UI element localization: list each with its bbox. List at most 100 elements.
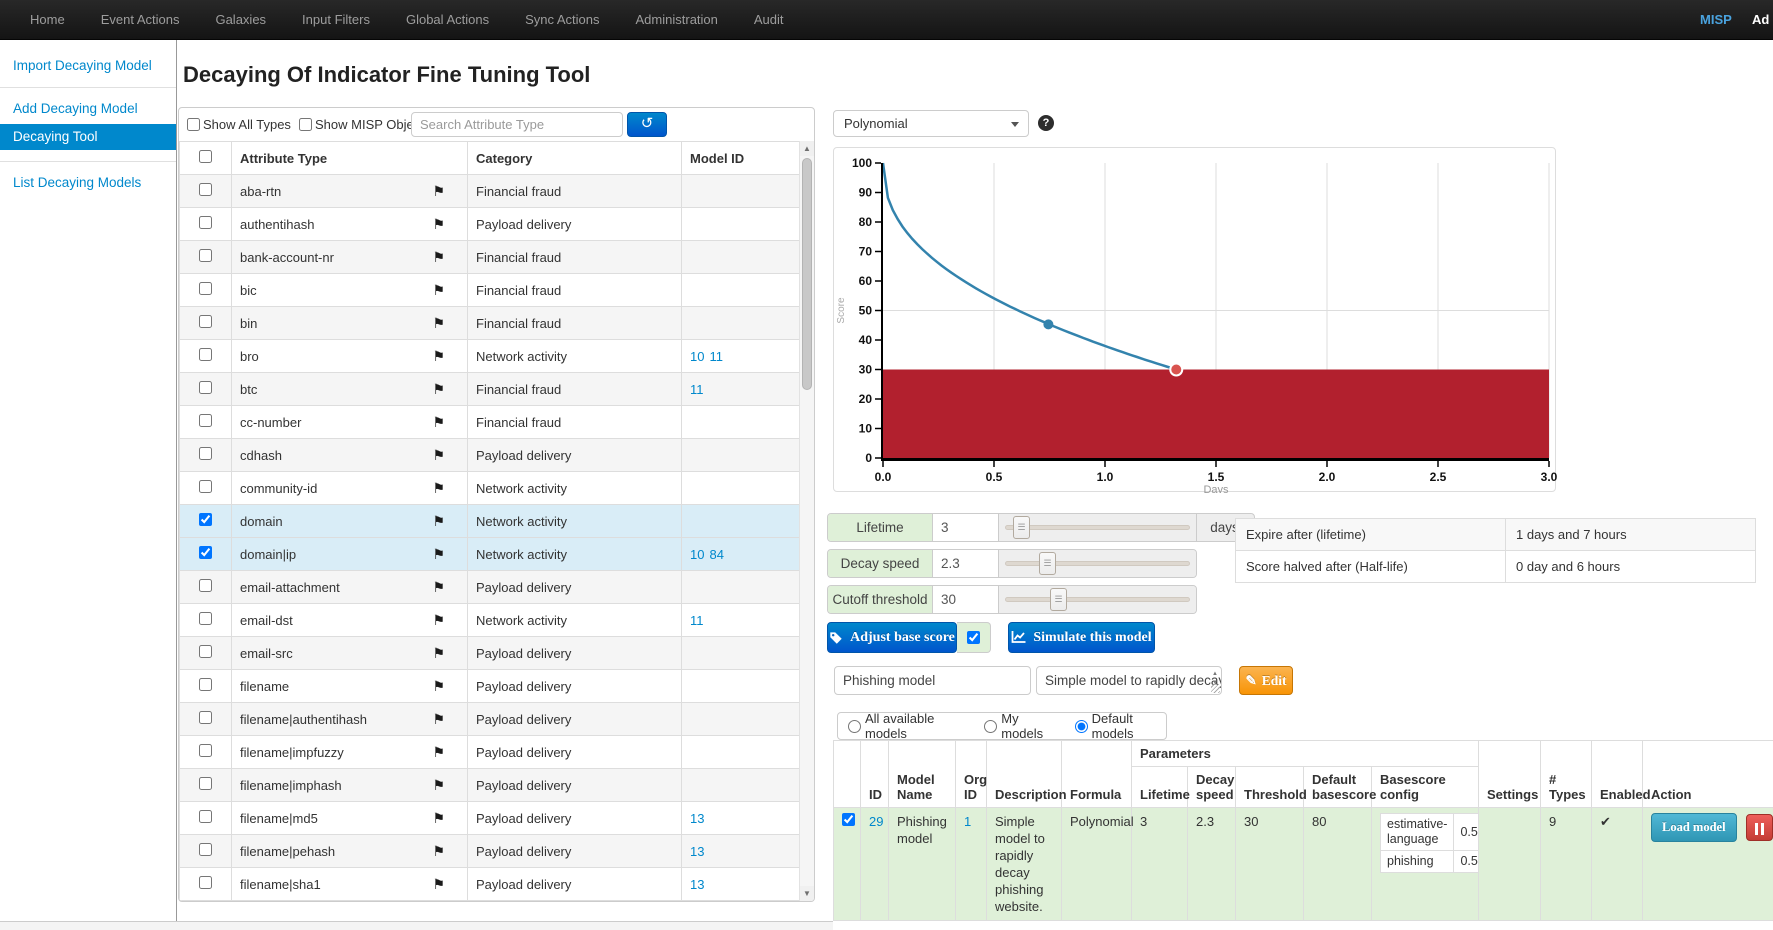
cutoff-threshold-slider-handle[interactable]: ☰ [1050, 588, 1067, 611]
attribute-row-checkbox[interactable] [199, 579, 212, 592]
lifetime-slider[interactable]: ☰ [999, 514, 1196, 541]
scrollbar-up-arrow[interactable]: ▲ [800, 141, 814, 156]
attribute-row-checkbox[interactable] [199, 843, 212, 856]
nav-item-input-filters[interactable]: Input Filters [302, 12, 370, 27]
cutoff-threshold-region [883, 370, 1549, 459]
attribute-category-cell: Payload delivery [468, 802, 682, 835]
page-title: Decaying Of Indicator Fine Tuning Tool [183, 62, 590, 88]
sidebar-item-add-decaying-model[interactable]: Add Decaying Model [0, 99, 176, 119]
nav-item-audit[interactable]: Audit [754, 12, 784, 27]
nav-item-global-actions[interactable]: Global Actions [406, 12, 489, 27]
attribute-row-checkbox[interactable] [199, 810, 212, 823]
cutoff-threshold-input[interactable] [933, 586, 999, 613]
formula-select[interactable]: Polynomial [833, 110, 1029, 137]
nav-item-administration[interactable]: Administration [636, 12, 718, 27]
model-filter-label[interactable]: My models [1001, 711, 1054, 741]
attribute-row-checkbox[interactable] [199, 216, 212, 229]
attribute-row-checkbox[interactable] [199, 645, 212, 658]
attribute-row-checkbox[interactable] [199, 249, 212, 262]
model-id-link[interactable]: 13 [690, 811, 704, 826]
model-id-link[interactable]: 29 [869, 814, 883, 829]
attribute-row-checkbox[interactable] [199, 183, 212, 196]
svg-text:0: 0 [865, 451, 872, 465]
model-id-link[interactable]: 11 [709, 349, 723, 364]
model-settings-cell [1479, 808, 1541, 921]
model-filter-label[interactable]: All available models [865, 711, 964, 741]
nav-item-event-actions[interactable]: Event Actions [101, 12, 180, 27]
search-attribute-input[interactable] [411, 112, 623, 137]
sidebar-item-list-decaying-models[interactable]: List Decaying Models [0, 173, 176, 193]
spinner-up-icon[interactable]: ▲ [1212, 671, 1218, 677]
select-all-checkbox[interactable] [199, 150, 212, 163]
nav-item-home[interactable]: Home [30, 12, 65, 27]
help-icon[interactable]: ? [1038, 115, 1054, 131]
model-filter-label[interactable]: Default models [1092, 711, 1166, 741]
cutoff-threshold-slider[interactable]: ☰ [999, 586, 1196, 613]
cutoff-threshold-control: Cutoff threshold ☰ [827, 585, 1197, 614]
decay-speed-input[interactable] [933, 550, 999, 577]
nav-item-sync-actions[interactable]: Sync Actions [525, 12, 599, 27]
model-filter-radio-my-models[interactable] [984, 720, 997, 733]
lifetime-slider-handle[interactable]: ☰ [1013, 516, 1030, 539]
model-row-checkbox[interactable] [842, 813, 855, 826]
navbar-brand[interactable]: MISP [1700, 0, 1732, 40]
info-value: 0 day and 6 hours [1506, 551, 1756, 583]
svg-text:1.0: 1.0 [1097, 470, 1114, 484]
sidebar-item-decaying-tool[interactable]: Decaying Tool [0, 124, 176, 150]
scrollbar-down-arrow[interactable]: ▼ [800, 886, 814, 901]
navbar-user-menu[interactable]: Ad [1752, 0, 1769, 40]
attribute-row-checkbox[interactable] [199, 876, 212, 889]
attribute-row-checkbox[interactable] [199, 678, 212, 691]
curve-point-handle[interactable] [1043, 319, 1053, 329]
flag-icon: ⚑ [432, 282, 445, 299]
model-id-link[interactable]: 84 [709, 547, 723, 562]
model-name-input[interactable] [834, 666, 1031, 695]
model-filter-radio-all-available-models[interactable] [848, 720, 861, 733]
show-all-types-label[interactable]: Show All Types [203, 117, 291, 132]
load-model-button[interactable]: Load model [1651, 813, 1737, 842]
model-id-link[interactable]: 11 [690, 382, 704, 397]
attribute-row-checkbox[interactable] [199, 777, 212, 790]
attribute-row-checkbox[interactable] [199, 480, 212, 493]
attribute-row-checkbox[interactable] [199, 348, 212, 361]
attribute-row-checkbox[interactable] [199, 744, 212, 757]
attribute-row-checkbox[interactable] [199, 447, 212, 460]
scrollbar-thumb[interactable] [802, 158, 812, 390]
model-id-link[interactable]: 10 [690, 349, 704, 364]
model-id-link[interactable]: 10 [690, 547, 704, 562]
threshold-point-handle[interactable] [1170, 364, 1182, 376]
attribute-panel-controls: Show All Types Show MISP Objects ↺ [179, 108, 814, 141]
attribute-row: domain⚑Network activity [180, 505, 802, 538]
edit-model-button[interactable]: ✎ Edit [1239, 666, 1293, 695]
org-id-link[interactable]: 1 [964, 814, 971, 829]
attribute-row-checkbox[interactable] [199, 381, 212, 394]
model-filter-radio-default-models[interactable] [1075, 720, 1088, 733]
model-description-textarea[interactable]: Simple model to rapidly decay ▲ ▼ [1036, 666, 1222, 695]
show-misp-objects-checkbox[interactable] [299, 118, 312, 131]
decay-speed-slider-handle[interactable]: ☰ [1039, 552, 1056, 575]
simulate-model-button[interactable]: Simulate this model [1008, 622, 1155, 653]
attribute-row-checkbox[interactable] [199, 414, 212, 427]
lifetime-input[interactable] [933, 514, 999, 541]
resize-grip-icon[interactable] [1211, 684, 1220, 693]
reset-search-button[interactable]: ↺ [627, 112, 667, 137]
model-id-link[interactable]: 13 [690, 844, 704, 859]
model-id-link[interactable]: 11 [690, 613, 704, 628]
model-id-link[interactable]: 13 [690, 877, 704, 892]
svg-text:90: 90 [859, 186, 873, 200]
attribute-row-checkbox[interactable] [199, 513, 212, 526]
adjust-base-score-checkbox[interactable] [967, 631, 980, 644]
nav-item-galaxies[interactable]: Galaxies [215, 12, 266, 27]
attribute-table-scrollbar[interactable]: ▲ ▼ [799, 141, 814, 901]
sidebar-item-import-decaying-model[interactable]: Import Decaying Model [0, 56, 176, 76]
show-all-types-checkbox[interactable] [187, 118, 200, 131]
attribute-type-label: bro [240, 349, 259, 364]
adjust-base-score-button[interactable]: Adjust base score [827, 622, 957, 653]
disable-model-button[interactable] [1746, 814, 1773, 841]
decay-speed-slider[interactable]: ☰ [999, 550, 1196, 577]
attribute-row-checkbox[interactable] [199, 282, 212, 295]
attribute-row-checkbox[interactable] [199, 711, 212, 724]
attribute-row-checkbox[interactable] [199, 546, 212, 559]
attribute-row-checkbox[interactable] [199, 315, 212, 328]
attribute-row-checkbox[interactable] [199, 612, 212, 625]
